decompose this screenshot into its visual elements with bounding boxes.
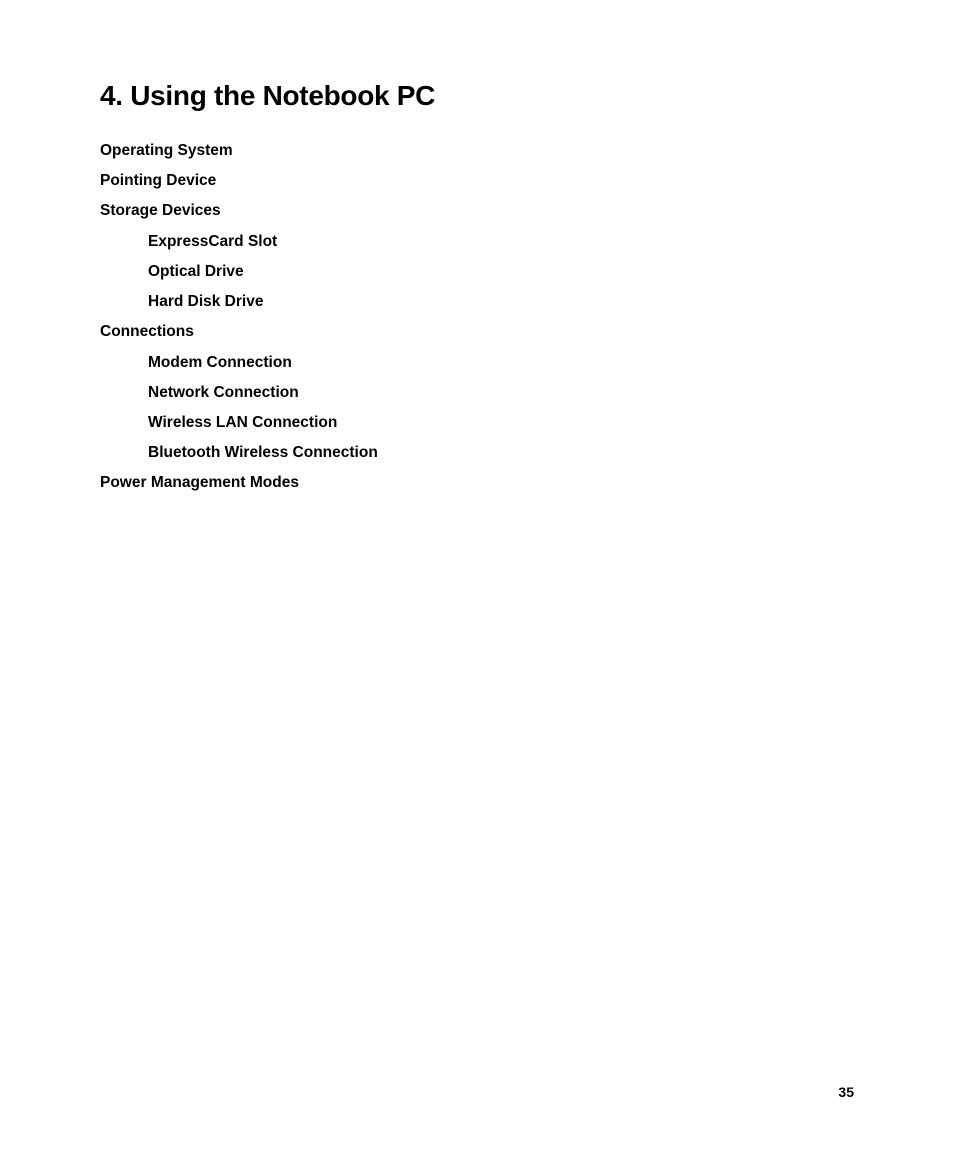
toc-item[interactable]: Modem Connection (100, 348, 854, 378)
toc-item[interactable]: Pointing Device (100, 166, 854, 196)
toc-item[interactable]: Operating System (100, 136, 854, 166)
toc-item[interactable]: Power Management Modes (100, 468, 854, 498)
page-number: 35 (838, 1084, 854, 1100)
toc-item[interactable]: Connections (100, 317, 854, 347)
toc-item[interactable]: Storage Devices (100, 196, 854, 226)
page-container: 4. Using the Notebook PC Operating Syste… (0, 0, 954, 1155)
toc-list: Operating SystemPointing DeviceStorage D… (100, 136, 854, 499)
toc-item[interactable]: Optical Drive (100, 257, 854, 287)
toc-item[interactable]: Bluetooth Wireless Connection (100, 438, 854, 468)
toc-item[interactable]: ExpressCard Slot (100, 227, 854, 257)
chapter-title: 4. Using the Notebook PC (100, 80, 854, 112)
toc-item[interactable]: Hard Disk Drive (100, 287, 854, 317)
toc-item[interactable]: Wireless LAN Connection (100, 408, 854, 438)
toc-item[interactable]: Network Connection (100, 378, 854, 408)
